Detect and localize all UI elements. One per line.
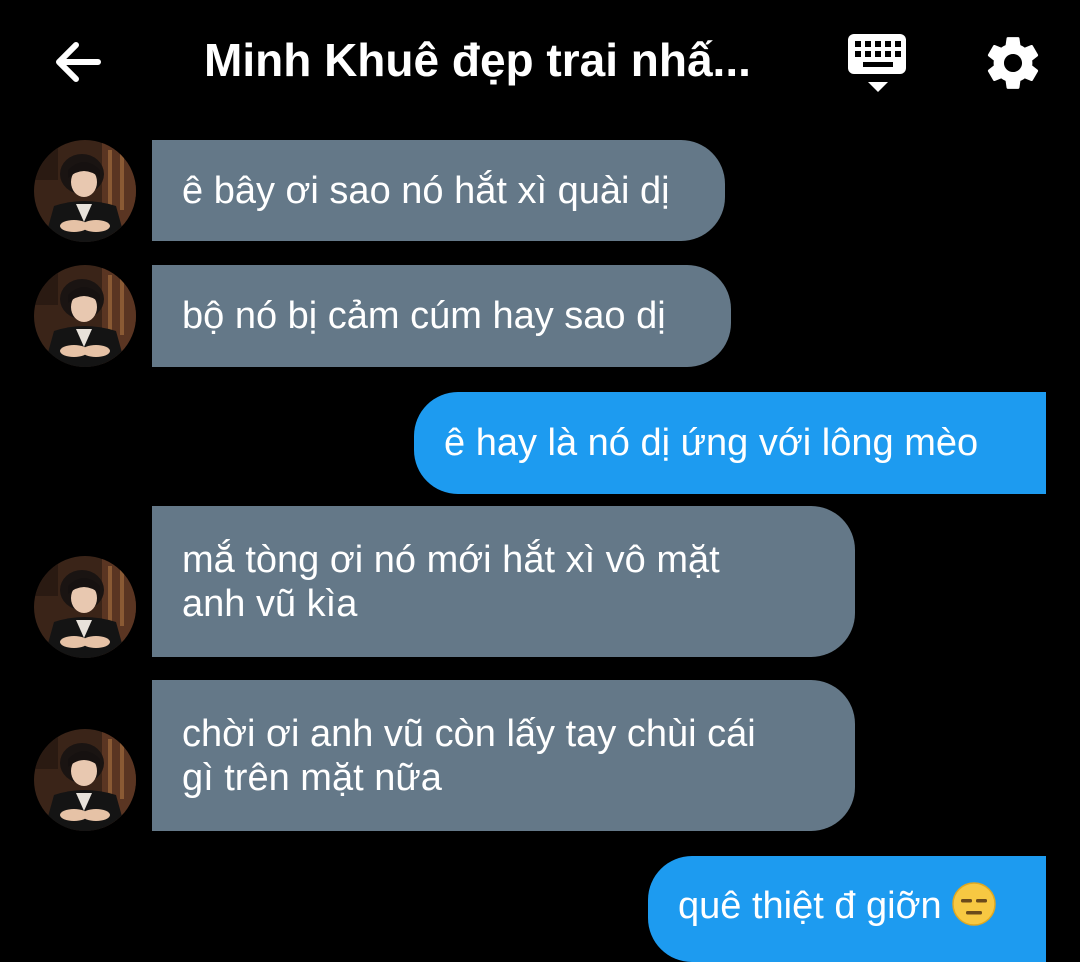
contact-photo: [34, 140, 136, 242]
avatar[interactable]: [34, 265, 136, 367]
keyboard-icon: [848, 34, 906, 92]
incoming-message-bubble[interactable]: bộ nó bị cảm cúm hay sao dị: [152, 265, 731, 367]
message-text-line: gì trên mặt nữa: [182, 756, 442, 799]
message-text-row: quê thiệt đ giỡn: [678, 882, 1016, 936]
contact-photo: [34, 265, 136, 367]
chat-header: Minh Khuê đẹp trai nhấ...: [0, 0, 1080, 125]
message-text: ê bây ơi sao nó hắt xì quài dị: [182, 169, 670, 212]
back-arrow-icon: [56, 42, 101, 82]
contact-photo: [34, 556, 136, 658]
incoming-message-bubble[interactable]: ê bây ơi sao nó hắt xì quài dị: [152, 140, 725, 241]
avatar[interactable]: [34, 140, 136, 242]
avatar[interactable]: [34, 556, 136, 658]
message-text-line: chời ơi anh vũ còn lấy tay chùi cái: [182, 712, 756, 755]
message-text: quê thiệt đ giỡn: [678, 885, 942, 927]
avatar[interactable]: [34, 729, 136, 831]
message-text-line: mắ tòng ơi nó mới hắt xì vô mặt: [182, 538, 720, 581]
incoming-message-bubble[interactable]: chời ơi anh vũ còn lấy tay chùi cái gì t…: [152, 680, 855, 831]
back-button[interactable]: [48, 32, 108, 92]
expressionless-face-icon: [951, 882, 996, 936]
outgoing-message-bubble[interactable]: quê thiệt đ giỡn: [648, 856, 1046, 962]
conversation-title[interactable]: Minh Khuê đẹp trai nhấ...: [204, 28, 804, 92]
contact-photo: [34, 729, 136, 831]
keyboard-button[interactable]: [846, 30, 910, 96]
message-text: ê hay là nó dị ứng với lông mèo: [444, 422, 979, 464]
message-text: bộ nó bị cảm cúm hay sao dị: [182, 295, 666, 337]
gear-icon: [987, 37, 1039, 89]
settings-button[interactable]: [982, 32, 1044, 94]
message-text-line: anh vũ kìa: [182, 582, 358, 625]
incoming-message-bubble[interactable]: mắ tòng ơi nó mới hắt xì vô mặt anh vũ k…: [152, 506, 855, 657]
outgoing-message-bubble[interactable]: ê hay là nó dị ứng với lông mèo: [414, 392, 1046, 494]
